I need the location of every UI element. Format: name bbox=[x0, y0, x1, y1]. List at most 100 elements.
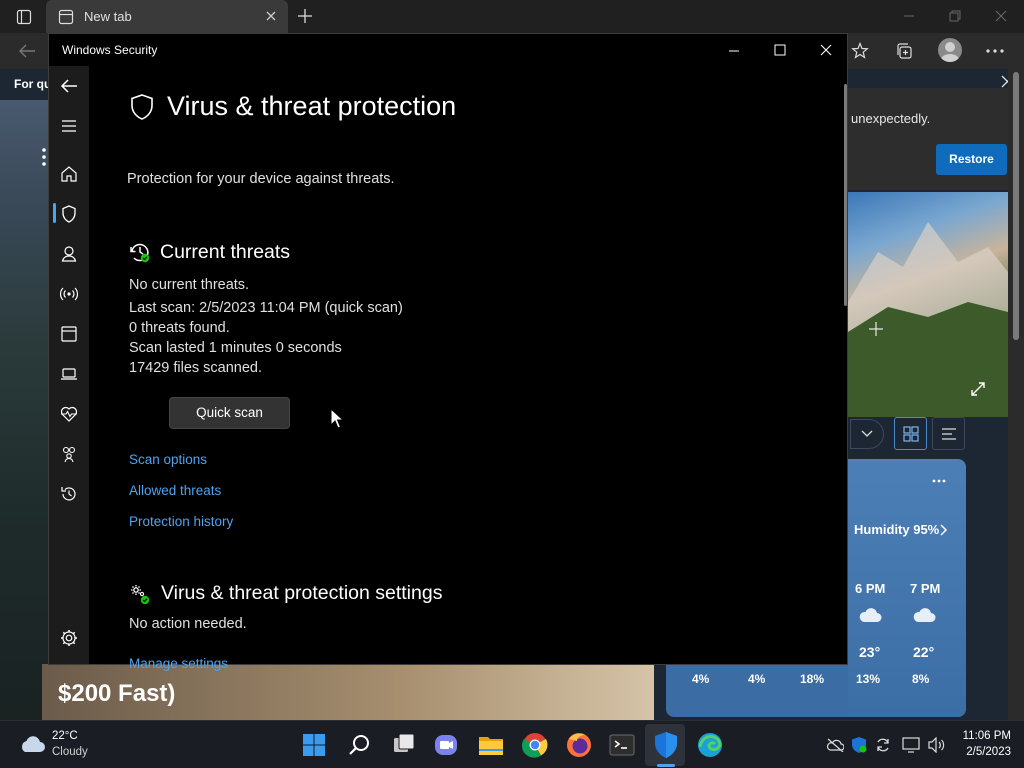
file-explorer-icon[interactable] bbox=[475, 729, 507, 761]
defender-tray-icon[interactable] bbox=[851, 736, 867, 754]
feed-dropdown[interactable] bbox=[850, 419, 884, 449]
files-scanned: 17429 files scanned. bbox=[129, 360, 263, 376]
settings-status: No action needed. bbox=[129, 616, 247, 632]
window-titlebar[interactable]: Windows Security bbox=[49, 34, 847, 66]
clock-time[interactable]: 11:06 PM bbox=[955, 730, 1011, 742]
teams-chat-icon[interactable] bbox=[430, 729, 462, 761]
chrome-icon[interactable] bbox=[519, 729, 551, 761]
cloud-icon[interactable] bbox=[18, 734, 46, 754]
collections-icon[interactable] bbox=[895, 42, 913, 60]
protection-settings-heading: Virus & threat protection settings bbox=[161, 582, 443, 604]
feed-controls bbox=[848, 417, 1008, 459]
mouse-cursor-icon bbox=[330, 408, 344, 429]
page-subtitle: Protection for your device against threa… bbox=[127, 171, 395, 187]
weather-temperature[interactable]: 22°C bbox=[52, 730, 78, 742]
favorites-icon[interactable] bbox=[851, 42, 869, 60]
weather-condition[interactable]: Cloudy bbox=[52, 746, 88, 758]
navigation-pane bbox=[49, 66, 89, 664]
hamburger-menu-icon[interactable] bbox=[59, 116, 79, 136]
threats-status-icon bbox=[129, 241, 151, 263]
browser-back-icon[interactable] bbox=[18, 43, 36, 59]
new-tab-page-icon bbox=[58, 9, 74, 25]
precip-value: 18% bbox=[800, 672, 825, 686]
maximize-icon[interactable] bbox=[774, 44, 786, 56]
chevron-down-icon bbox=[861, 429, 873, 439]
page-title: Virus & threat protection bbox=[167, 91, 457, 121]
add-widget-icon[interactable] bbox=[868, 321, 884, 337]
clock-date[interactable]: 2/5/2023 bbox=[955, 746, 1011, 758]
precip-value: 4% bbox=[748, 672, 766, 686]
expand-icon[interactable] bbox=[970, 381, 986, 397]
close-tab-icon[interactable] bbox=[266, 11, 276, 21]
grid-view-button[interactable] bbox=[894, 417, 927, 450]
scan-options-link[interactable]: Scan options bbox=[129, 452, 207, 467]
page-menu-dots-icon[interactable] bbox=[42, 148, 46, 168]
sync-icon[interactable] bbox=[875, 737, 891, 753]
content-scroll-thumb[interactable] bbox=[844, 84, 847, 306]
restore-button[interactable]: Restore bbox=[936, 144, 1007, 175]
minimize-icon[interactable] bbox=[728, 45, 740, 57]
tab-actions-icon[interactable] bbox=[16, 9, 32, 25]
manage-settings-link[interactable]: Manage settings bbox=[129, 656, 228, 671]
cloud-icon bbox=[858, 607, 882, 623]
precip-value: 4% bbox=[692, 672, 710, 686]
display-icon[interactable] bbox=[902, 737, 920, 753]
home-icon[interactable] bbox=[59, 164, 79, 184]
threat-status: No current threats. bbox=[129, 277, 250, 293]
firefox-icon[interactable] bbox=[563, 729, 595, 761]
list-view-button[interactable] bbox=[932, 417, 965, 450]
cloud-icon bbox=[912, 607, 936, 623]
device-security-icon[interactable] bbox=[59, 364, 79, 384]
windows-security-window: Windows Security Virus & threat protecti… bbox=[48, 33, 848, 671]
browser-tab[interactable]: New tab bbox=[46, 0, 288, 33]
allowed-threats-link[interactable]: Allowed threats bbox=[129, 483, 221, 498]
browser-scroll-thumb[interactable] bbox=[1013, 72, 1019, 340]
main-content: Virus & threat protection Protection for… bbox=[89, 66, 845, 671]
back-arrow-icon[interactable] bbox=[59, 76, 79, 96]
news-headline[interactable]: $200 Fast) bbox=[58, 680, 175, 708]
hour-label: 7 PM bbox=[910, 581, 941, 596]
hour-temp: 23° bbox=[859, 644, 881, 660]
start-icon[interactable] bbox=[298, 729, 330, 761]
profile-avatar[interactable] bbox=[938, 38, 962, 62]
current-threats-heading: Current threats bbox=[160, 241, 291, 263]
precip-value: 8% bbox=[912, 672, 930, 686]
browser-minimize-icon[interactable] bbox=[903, 10, 915, 22]
health-icon[interactable] bbox=[59, 404, 79, 424]
windows-security-taskbar-icon[interactable] bbox=[650, 729, 682, 761]
settings-more-icon[interactable] bbox=[986, 49, 1004, 53]
browser-tab-title: New tab bbox=[84, 9, 132, 24]
grid-view-icon bbox=[903, 426, 919, 442]
background-image-left bbox=[0, 100, 48, 720]
protection-history-link[interactable]: Protection history bbox=[129, 514, 233, 529]
app-browser-icon[interactable] bbox=[59, 324, 79, 344]
hour-temp: 22° bbox=[913, 644, 935, 660]
family-icon[interactable] bbox=[59, 444, 79, 464]
weather-more-icon[interactable] bbox=[932, 479, 946, 483]
close-icon[interactable] bbox=[820, 44, 832, 56]
shield-icon[interactable] bbox=[59, 204, 79, 224]
settings-status-icon bbox=[129, 583, 151, 605]
onedrive-icon[interactable] bbox=[826, 738, 844, 752]
network-icon[interactable] bbox=[59, 284, 79, 304]
new-tab-button[interactable] bbox=[297, 8, 313, 24]
browser-restore-icon[interactable] bbox=[949, 10, 961, 22]
humidity-label: Humidity 95% bbox=[854, 522, 940, 537]
quick-scan-button[interactable]: Quick scan bbox=[169, 397, 290, 429]
account-icon[interactable] bbox=[59, 244, 79, 264]
edge-icon[interactable] bbox=[694, 729, 726, 761]
scan-duration: Scan lasted 1 minutes 0 seconds bbox=[129, 340, 342, 356]
browser-close-icon[interactable] bbox=[995, 10, 1007, 22]
list-view-icon bbox=[941, 427, 957, 441]
shield-icon bbox=[129, 93, 155, 121]
threats-found: 0 threats found. bbox=[129, 320, 230, 336]
settings-icon[interactable] bbox=[59, 628, 79, 648]
volume-icon[interactable] bbox=[927, 737, 945, 753]
search-icon[interactable] bbox=[343, 729, 375, 761]
terminal-icon[interactable] bbox=[606, 729, 638, 761]
last-scan: Last scan: 2/5/2023 11:04 PM (quick scan… bbox=[129, 300, 403, 316]
chevron-right-icon[interactable] bbox=[940, 524, 948, 536]
history-icon[interactable] bbox=[59, 484, 79, 504]
task-view-icon[interactable] bbox=[388, 729, 420, 761]
window-title: Windows Security bbox=[62, 43, 158, 57]
